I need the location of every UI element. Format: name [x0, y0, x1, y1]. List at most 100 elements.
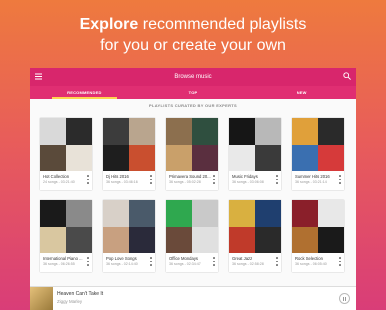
more-options-icon[interactable]: [87, 175, 89, 184]
section-title: PLAYLISTS CURATED BY OUR EXPERTS: [149, 103, 237, 108]
more-options-icon[interactable]: [150, 257, 152, 266]
album-tile: [166, 200, 192, 227]
album-tile: [292, 144, 318, 171]
more-dot: [213, 257, 215, 259]
playlist-cover[interactable]: [40, 200, 92, 253]
more-dot: [339, 182, 341, 184]
promo-header: Explore recommended playlists for you or…: [0, 14, 386, 56]
album-tile: [66, 144, 92, 171]
playlist-card[interactable]: Pop Love Songs 36 songs - 02:14:40: [103, 200, 155, 272]
playlist-name: Summer Hits 2016: [295, 174, 330, 179]
more-options-icon[interactable]: [213, 257, 215, 266]
playlist-cover[interactable]: [292, 118, 344, 171]
playlist-cover[interactable]: [40, 118, 92, 171]
tab-bar: RECOMMENDED TOP NEW: [30, 86, 356, 99]
playlist-meta: 36 songs - 03:21:14: [295, 180, 327, 184]
album-art[interactable]: [30, 287, 53, 310]
tab-recommended[interactable]: RECOMMENDED: [30, 86, 139, 99]
playlist-cover[interactable]: [166, 118, 218, 171]
search-icon[interactable]: [343, 72, 351, 80]
more-dot: [276, 257, 278, 259]
more-options-icon[interactable]: [150, 175, 152, 184]
album-tile: [192, 144, 218, 171]
playlist-cover[interactable]: [229, 200, 281, 253]
album-tile: [255, 118, 281, 145]
album-tile: [129, 200, 155, 227]
more-dot: [339, 264, 341, 266]
album-tile: [129, 144, 155, 171]
album-tile: [103, 118, 129, 145]
playlist-meta: 24 songs - 03:21:40: [43, 180, 75, 184]
playlist-meta: 36 songs - 02:58:28: [232, 262, 264, 266]
album-tile: [229, 144, 255, 171]
more-dot: [339, 257, 341, 259]
app-title: Browse music: [174, 74, 212, 80]
playlist-card[interactable]: Hot Collection 24 songs - 03:21:40: [40, 118, 92, 190]
playlist-meta: 36 songs - 02:14:40: [106, 262, 138, 266]
album-tile: [129, 226, 155, 253]
more-dot: [339, 175, 341, 177]
playlist-card[interactable]: Great Jazz 36 songs - 02:58:28: [229, 200, 281, 272]
album-tile: [229, 226, 255, 253]
album-tile: [292, 226, 318, 253]
more-dot: [150, 175, 152, 177]
album-tile: [66, 200, 92, 227]
playlist-meta: 36 songs - 06:05:40: [295, 262, 327, 266]
album-tile: [292, 200, 318, 227]
playlist-name: Music Fridays: [232, 174, 258, 179]
app-bar: Browse music: [30, 68, 356, 86]
more-options-icon[interactable]: [276, 175, 278, 184]
more-dot: [150, 182, 152, 184]
more-options-icon[interactable]: [339, 257, 341, 266]
more-dot: [150, 178, 152, 181]
album-tile: [255, 144, 281, 171]
more-dot: [150, 260, 152, 263]
more-options-icon[interactable]: [213, 175, 215, 184]
playlist-name: Great Jazz: [232, 256, 253, 261]
playlist-name: Hot Collection: [43, 174, 70, 179]
more-dot: [87, 178, 89, 181]
album-tile: [40, 200, 66, 227]
more-dot: [276, 182, 278, 184]
playlist-cover[interactable]: [103, 118, 155, 171]
more-options-icon[interactable]: [276, 257, 278, 266]
playlist-name: Office Mondays: [169, 256, 199, 261]
playlist-name: Rock Selection: [295, 256, 323, 261]
more-dot: [339, 178, 341, 181]
mini-player[interactable]: Heaven Can't Take It Ziggy Marley: [30, 286, 356, 310]
playlist-card[interactable]: International Piano ... 36 songs - 06:26:…: [40, 200, 92, 272]
more-dot: [150, 257, 152, 259]
more-dot: [276, 260, 278, 263]
album-tile: [318, 226, 344, 253]
track-title: Heaven Can't Take It: [57, 291, 104, 297]
album-tile: [292, 118, 318, 145]
playlist-cover[interactable]: [229, 118, 281, 171]
playlist-name: Dj Hits 2016: [106, 174, 129, 179]
playlist-card[interactable]: Summer Hits 2016 36 songs - 03:21:14: [292, 118, 344, 190]
tab-new[interactable]: NEW: [247, 86, 356, 99]
more-options-icon[interactable]: [339, 175, 341, 184]
playlist-card[interactable]: Rock Selection 36 songs - 06:05:40: [292, 200, 344, 272]
playlist-cover[interactable]: [292, 200, 344, 253]
playlist-cover[interactable]: [166, 200, 218, 253]
playlist-meta: 36 songs - 05:02:28: [169, 180, 201, 184]
playlist-meta: 36 songs - 02:34:47: [169, 262, 201, 266]
more-dot: [213, 264, 215, 266]
artist-name: Ziggy Marley: [57, 299, 83, 304]
tab-top[interactable]: TOP: [139, 86, 248, 99]
more-dot: [87, 264, 89, 266]
album-tile: [318, 144, 344, 171]
playlist-card[interactable]: Primavera Sound 20... 36 songs - 05:02:28: [166, 118, 218, 190]
album-tile: [103, 144, 129, 171]
more-dot: [339, 260, 341, 263]
hamburger-menu-icon[interactable]: [35, 73, 42, 80]
playlist-card[interactable]: Dj Hits 2016 36 songs - 03:46:16: [103, 118, 155, 190]
playlist-cover[interactable]: [103, 200, 155, 253]
playlist-meta: 36 songs - 06:26:55: [43, 262, 75, 266]
playlist-card[interactable]: Office Mondays 36 songs - 02:34:47: [166, 200, 218, 272]
pause-icon[interactable]: [339, 293, 350, 304]
playlist-card[interactable]: Music Fridays 36 songs - 03:06:08: [229, 118, 281, 190]
more-dot: [87, 257, 89, 259]
more-dot: [87, 182, 89, 184]
more-options-icon[interactable]: [87, 257, 89, 266]
